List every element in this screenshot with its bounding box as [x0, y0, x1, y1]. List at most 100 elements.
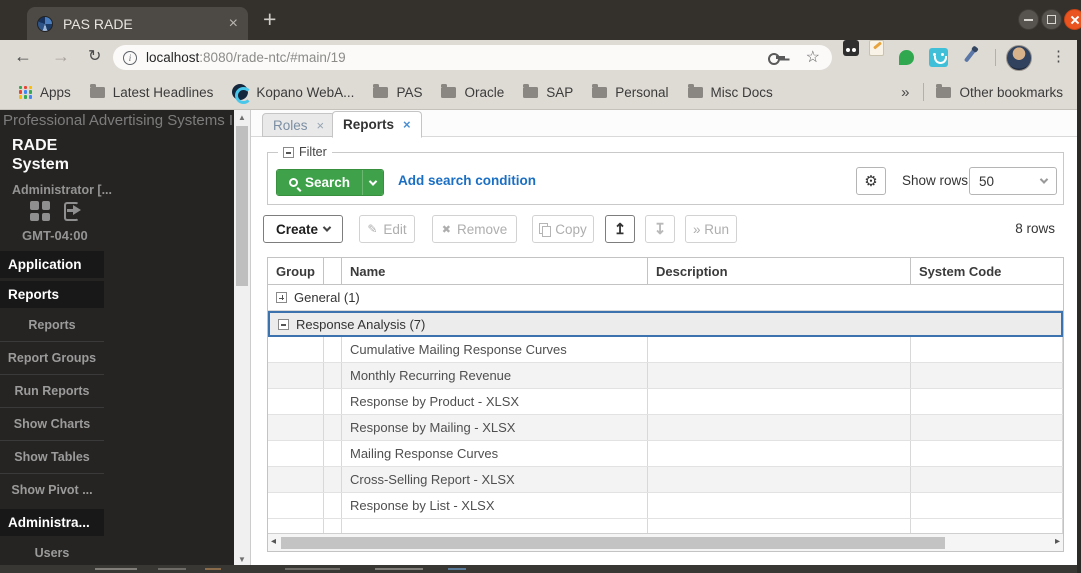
apps-grid-icon[interactable]: [30, 201, 50, 221]
table-row[interactable]: Response by List - XLSX: [268, 493, 1063, 519]
folder-icon: [592, 83, 608, 98]
expand-icon[interactable]: [276, 292, 287, 303]
remove-button[interactable]: ✖ Remove: [432, 215, 517, 243]
table-row[interactable]: Monthly Recurring Revenue: [268, 363, 1063, 389]
sidebar-item-report-groups[interactable]: Report Groups: [0, 341, 104, 374]
scroll-left-icon[interactable]: ◂: [271, 536, 276, 547]
address-bar[interactable]: i localhost:8080/rade-ntc/#main/19 ☆: [113, 45, 832, 70]
page-size-select[interactable]: 50: [969, 167, 1057, 195]
cell-name: Response by Mailing - XLSX: [342, 415, 648, 440]
extension-notes-icon[interactable]: [869, 40, 884, 56]
bookmark-latest-headlines[interactable]: Latest Headlines: [89, 83, 213, 100]
search-button[interactable]: Search: [277, 170, 363, 195]
minimize-button[interactable]: [1018, 9, 1039, 30]
show-rows-label: Show rows: [902, 173, 969, 188]
column-header-group[interactable]: Group: [268, 258, 324, 284]
edit-button[interactable]: ✎ Edit: [359, 215, 415, 243]
extension-green-icon[interactable]: [899, 50, 914, 65]
grid-settings-button[interactable]: ⚙: [856, 167, 886, 195]
pencil-icon: ✎: [367, 222, 378, 236]
download-button[interactable]: ↧: [645, 215, 675, 243]
scroll-up-icon[interactable]: ▲: [234, 110, 250, 124]
browser-menu-icon[interactable]: ⋮: [1051, 47, 1066, 65]
run-button-label: » Run: [692, 221, 730, 237]
password-manager-icon[interactable]: [768, 53, 786, 65]
scroll-right-icon[interactable]: ▸: [1055, 536, 1060, 547]
extension-eyedropper-icon[interactable]: [963, 48, 977, 63]
forward-button[interactable]: →: [52, 46, 70, 67]
add-search-condition-link[interactable]: Add search condition: [398, 173, 536, 188]
copy-button[interactable]: Copy: [532, 215, 594, 243]
group-row-label: Response Analysis (7): [296, 316, 426, 332]
scrollbar-thumb[interactable]: [236, 126, 248, 286]
group-row-response-analysis[interactable]: Response Analysis (7): [268, 311, 1063, 337]
sidebar-section-reports[interactable]: Reports: [0, 281, 104, 308]
bookmark-pas[interactable]: PAS: [373, 83, 423, 100]
run-button[interactable]: » Run: [685, 215, 737, 243]
group-row-general[interactable]: General (1): [268, 285, 1063, 311]
site-info-icon[interactable]: i: [123, 50, 137, 65]
chevron-down-icon: [1039, 175, 1049, 184]
tab-reports[interactable]: Reports ×: [332, 111, 422, 138]
bookmark-star-icon[interactable]: ☆: [806, 47, 820, 67]
browser-tab-close-icon[interactable]: ×: [229, 15, 238, 32]
scrollbar-thumb[interactable]: [281, 537, 945, 549]
back-button[interactable]: ←: [14, 46, 32, 67]
cell-system-code: [911, 337, 1063, 362]
close-button[interactable]: [1064, 9, 1081, 30]
column-header-spacer[interactable]: [324, 258, 342, 284]
create-button[interactable]: Create: [263, 215, 343, 243]
column-header-system-code[interactable]: System Code: [911, 258, 1063, 284]
bookmark-apps[interactable]: Apps: [19, 85, 71, 100]
profile-avatar[interactable]: [1006, 45, 1032, 71]
column-header-description[interactable]: Description: [648, 258, 911, 284]
sidebar-item-show-pivot[interactable]: Show Pivot ...: [0, 473, 104, 506]
sidebar-item-reports[interactable]: Reports: [0, 308, 104, 341]
grid-horizontal-scrollbar[interactable]: ◂ ▸: [268, 533, 1063, 551]
tab-roles[interactable]: Roles ×: [262, 113, 336, 137]
tab-close-icon[interactable]: ×: [317, 118, 325, 133]
bookmark-oracle[interactable]: Oracle: [441, 83, 504, 100]
sidebar-item-show-charts[interactable]: Show Charts: [0, 407, 104, 440]
bookmark-misc-docs[interactable]: Misc Docs: [687, 83, 773, 100]
logout-icon[interactable]: [64, 201, 81, 221]
sidebar-item-run-reports[interactable]: Run Reports: [0, 374, 104, 407]
maximize-button[interactable]: [1041, 9, 1062, 30]
bookmarks-overflow-icon[interactable]: »: [901, 84, 909, 101]
cell-spacer: [324, 441, 342, 466]
bookmark-label: PAS: [396, 84, 423, 100]
table-row[interactable]: Cumulative Mailing Response Curves: [268, 337, 1063, 363]
bookmark-personal[interactable]: Personal: [592, 83, 669, 100]
reload-button[interactable]: ↻: [88, 46, 101, 66]
row-count-label: 8 rows: [1015, 221, 1055, 236]
extension-dark-icon[interactable]: [843, 40, 859, 56]
folder-icon: [523, 83, 539, 98]
cell-group: [268, 389, 324, 414]
cell-system-code: [911, 467, 1063, 492]
table-row[interactable]: Response by Mailing - XLSX: [268, 415, 1063, 441]
collapse-icon[interactable]: [278, 318, 289, 330]
sidebar-item-show-tables[interactable]: Show Tables: [0, 440, 104, 473]
collapse-icon[interactable]: [283, 146, 294, 158]
table-row[interactable]: Response by Product - XLSX: [268, 389, 1063, 415]
tab-close-icon[interactable]: ×: [403, 117, 411, 132]
upload-button[interactable]: ↥: [605, 215, 635, 243]
sidebar-section-administration[interactable]: Administra...: [0, 509, 104, 536]
column-header-name[interactable]: Name: [342, 258, 648, 284]
search-options-dropdown[interactable]: [362, 170, 384, 195]
bookmark-kopano[interactable]: Kopano WebA...: [232, 84, 354, 104]
table-row[interactable]: Mailing Response Curves: [268, 441, 1063, 467]
sidebar-section-application[interactable]: Application: [0, 251, 104, 278]
sidebar-scrollbar[interactable]: ▲ ▼: [234, 110, 250, 566]
url-text[interactable]: localhost:8080/rade-ntc/#main/19: [146, 50, 346, 65]
bookmark-sap[interactable]: SAP: [523, 83, 573, 100]
new-tab-button[interactable]: +: [263, 6, 276, 33]
other-bookmarks[interactable]: Other bookmarks: [936, 83, 1063, 100]
scroll-down-icon[interactable]: ▼: [234, 552, 250, 566]
filter-legend[interactable]: Filter: [278, 145, 332, 159]
table-row[interactable]: Cross-Selling Report - XLSX: [268, 467, 1063, 493]
browser-tab[interactable]: PAS RADE ×: [27, 7, 248, 40]
extension-teal-icon[interactable]: [929, 48, 948, 67]
app-title: RADE System: [12, 137, 69, 173]
document-tabbar: Roles × Reports ×: [251, 110, 1077, 138]
